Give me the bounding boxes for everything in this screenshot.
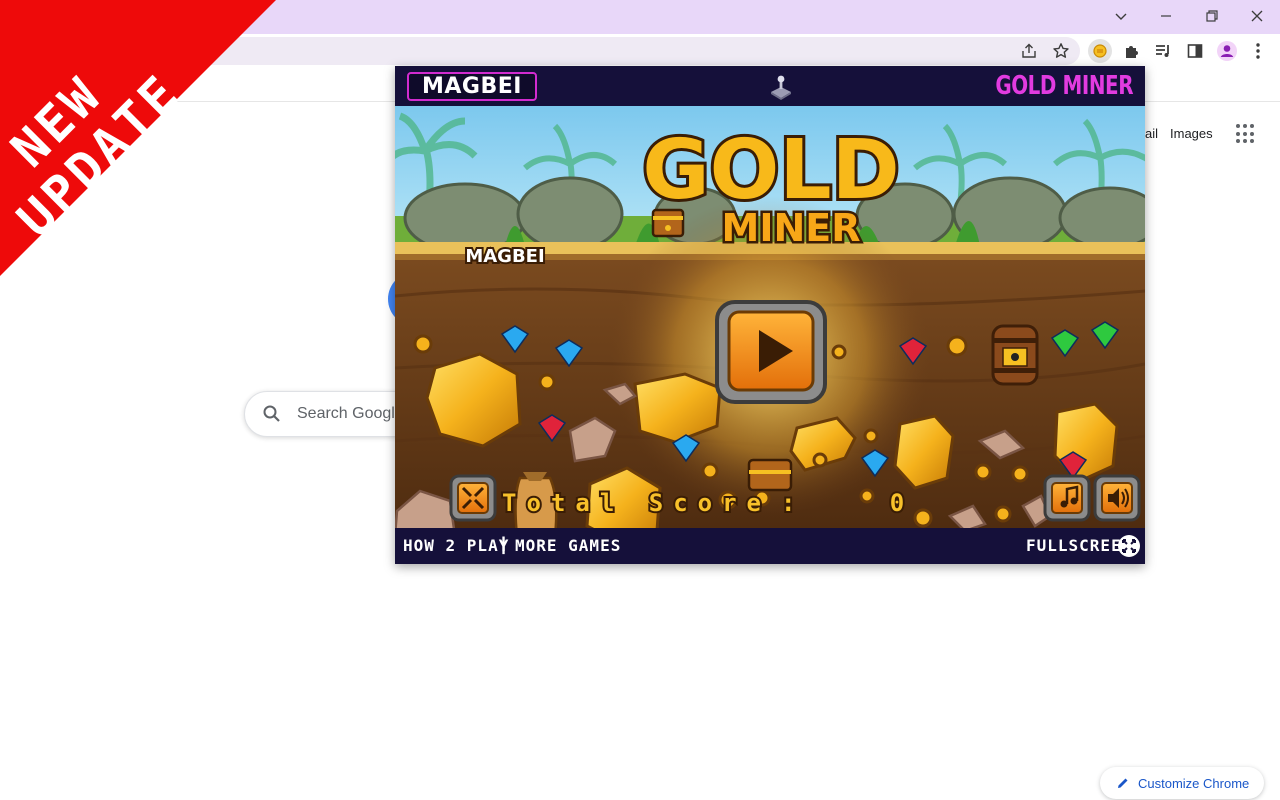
customize-chrome-button[interactable]: Customize Chrome [1100, 767, 1264, 799]
google-apps-icon[interactable] [1236, 124, 1256, 144]
tnt-barrel-decoration [991, 324, 1039, 386]
logo-miner-text: MINER [722, 206, 861, 250]
fullscreen-icon[interactable] [1117, 534, 1141, 558]
customize-chrome-label: Customize Chrome [1138, 775, 1250, 791]
game-stage: GOLD MINER MAGBEI Total Score : 0 [395, 106, 1145, 528]
restore-icon[interactable] [1189, 0, 1235, 32]
score-label: Total Score [502, 489, 771, 517]
tab-search-chevron-icon[interactable] [1098, 0, 1144, 32]
search-placeholder: Search Google [297, 405, 404, 422]
popup-footer: HOW 2 PLAY | MORE GAMES FULLSCREEN [395, 528, 1145, 564]
kebab-menu-icon[interactable] [1246, 39, 1270, 63]
bookmark-star-icon[interactable] [1049, 39, 1073, 63]
promo-ribbon-text: NEW UPDATE [0, 63, 192, 249]
gold-miner-extension-icon[interactable] [1088, 39, 1112, 63]
footer-separator: | [501, 534, 507, 554]
logo-gold-text: GOLD [642, 123, 899, 218]
popup-header: MAGBEI GOLD MINER [395, 66, 1145, 106]
music-toggle-button[interactable] [1043, 474, 1091, 522]
stage-magbei-logo: MAGBEI [465, 246, 544, 267]
media-queue-icon[interactable] [1151, 39, 1175, 63]
score-value: 0 [890, 489, 904, 517]
play-button[interactable] [715, 300, 827, 404]
magbei-logo[interactable]: MAGBEI [407, 72, 537, 101]
pencil-icon [1118, 778, 1128, 788]
game-fullscreen-button[interactable] [449, 474, 497, 522]
sound-toggle-button[interactable] [1093, 474, 1141, 522]
how-to-play-link[interactable]: HOW 2 PLAY [403, 536, 509, 555]
side-panel-icon[interactable] [1183, 39, 1207, 63]
gold-miner-popup: MAGBEI GOLD MINER GOLD MINER MAGBEI Tota… [395, 66, 1145, 564]
close-icon[interactable] [1234, 0, 1280, 32]
address-bar[interactable] [160, 37, 1080, 65]
search-icon [263, 405, 280, 422]
more-games-link[interactable]: MORE GAMES [515, 536, 621, 555]
profile-avatar-icon[interactable] [1215, 39, 1239, 63]
images-link[interactable]: Images [1170, 126, 1213, 141]
popup-header-title: GOLD MINER [995, 71, 1133, 101]
score-colon: : [781, 489, 795, 517]
joystick-icon [771, 75, 791, 100]
treasure-chest-icon [651, 208, 685, 238]
minimize-icon[interactable] [1143, 0, 1189, 32]
extensions-puzzle-icon[interactable] [1120, 39, 1144, 63]
share-icon[interactable] [1017, 39, 1041, 63]
score-chest-icon [747, 458, 793, 492]
gmail-link[interactable]: ail [1145, 126, 1158, 141]
